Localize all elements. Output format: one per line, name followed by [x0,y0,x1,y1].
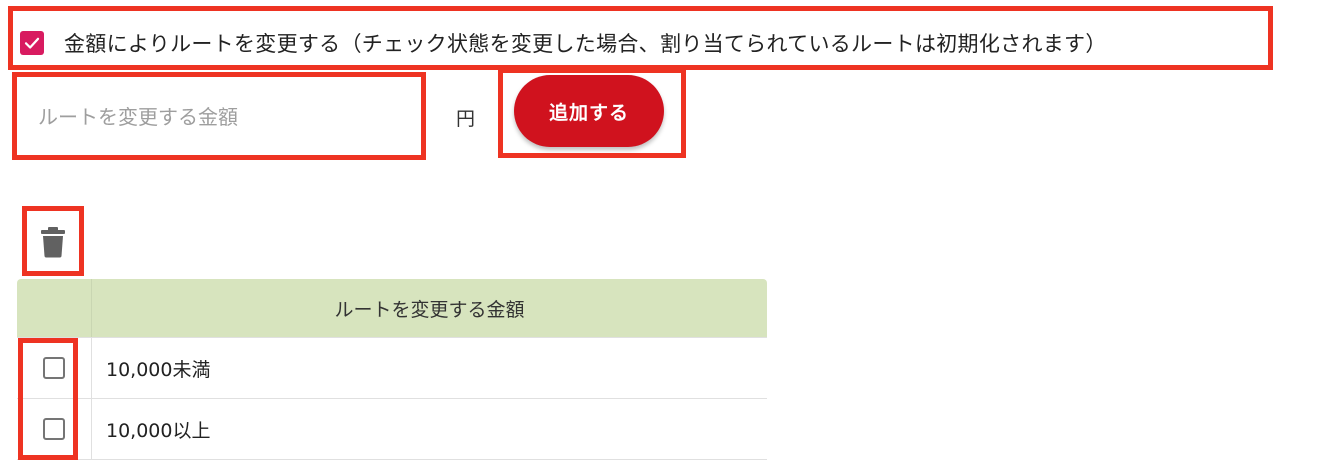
header-check-cell [17,279,92,337]
highlight-box-row-checkboxes [18,338,78,460]
amount-table: ルートを変更する金額 10,000未満 10,000以上 [17,279,767,460]
header-amount: ルートを変更する金額 [334,298,525,321]
table-header: ルートを変更する金額 [17,279,767,338]
table-row: 10,000以上 [17,399,767,460]
table-row: 10,000未満 [17,338,767,399]
route-settings-page: 金額によりルートを変更する（チェック状態を変更した場合、割り当てられているルート… [0,0,1332,468]
row-amount: 10,000未満 [106,358,211,381]
currency-unit: 円 [456,108,476,130]
highlight-box-trash [22,206,84,276]
highlight-box-input [12,72,426,160]
highlight-box-toggle [8,6,1273,70]
row-amount: 10,000以上 [106,419,211,442]
highlight-box-add-button [498,68,686,158]
